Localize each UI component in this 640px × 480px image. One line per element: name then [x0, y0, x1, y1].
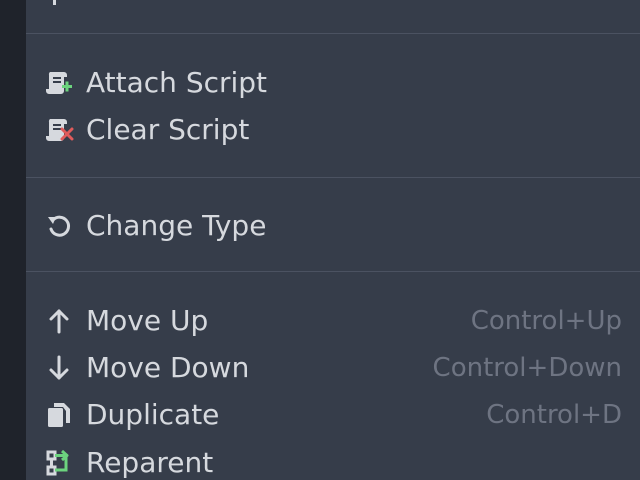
partial-icon — [44, 0, 74, 8]
script-remove-icon — [44, 115, 74, 145]
shortcut-label: Control+D — [486, 400, 622, 430]
menu-item-label: Move Up — [86, 304, 209, 337]
context-menu: Attach Script Clear Script Change Type M… — [26, 0, 640, 480]
menu-separator — [26, 33, 640, 34]
menu-item-change-type[interactable]: Change Type — [26, 203, 640, 249]
rotate-icon — [44, 211, 74, 241]
menu-separator — [26, 271, 640, 272]
shortcut-label: Control+Down — [432, 353, 622, 383]
menu-item-label: Clear Script — [86, 113, 250, 146]
menu-item-label: Attach Script — [86, 66, 268, 99]
menu-item-label: Move Down — [86, 351, 250, 384]
editor-panel-edge — [0, 0, 26, 480]
menu-item-clear-script[interactable]: Clear Script — [26, 107, 640, 153]
shortcut-label: Control+Up — [470, 306, 622, 336]
menu-item-label: Reparent — [86, 446, 214, 479]
menu-item-move-down[interactable]: Move Down Control+Down — [26, 345, 640, 391]
menu-item-move-up[interactable]: Move Up Control+Up — [26, 298, 640, 344]
menu-item-partial[interactable] — [26, 0, 640, 16]
reparent-icon — [44, 448, 74, 478]
menu-item-label: Change Type — [86, 209, 267, 242]
viewport: Attach Script Clear Script Change Type M… — [0, 0, 640, 480]
duplicate-icon — [44, 400, 74, 430]
menu-item-reparent[interactable]: Reparent — [26, 440, 640, 480]
script-add-icon — [44, 68, 74, 98]
menu-item-duplicate[interactable]: Duplicate Control+D — [26, 392, 640, 438]
arrow-up-icon — [44, 306, 74, 336]
arrow-down-icon — [44, 353, 74, 383]
menu-item-attach-script[interactable]: Attach Script — [26, 60, 640, 106]
menu-item-label: Duplicate — [86, 398, 220, 431]
menu-separator — [26, 177, 640, 178]
